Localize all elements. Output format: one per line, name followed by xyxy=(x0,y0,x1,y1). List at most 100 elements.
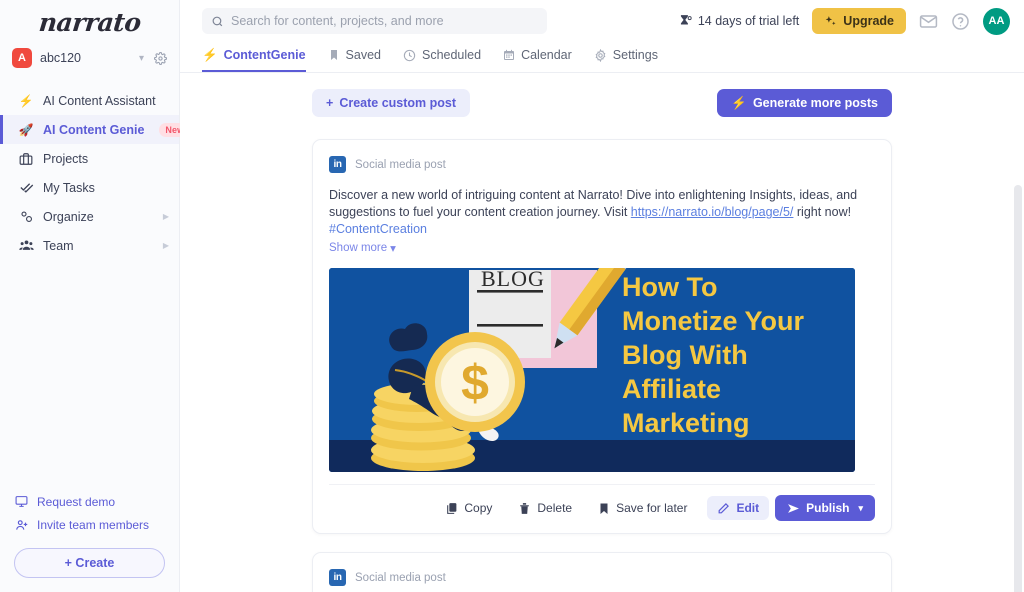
workspace-switcher[interactable]: A abc120 ▾ xyxy=(0,38,179,80)
post-hashtag[interactable]: #ContentCreation xyxy=(329,222,427,236)
question-circle-icon[interactable] xyxy=(951,12,970,31)
delete-label: Delete xyxy=(537,501,573,515)
svg-text:Blog With: Blog With xyxy=(622,340,748,370)
bookmark-icon xyxy=(598,502,610,515)
svg-text:Marketing: Marketing xyxy=(622,408,750,438)
chevron-right-icon[interactable]: ▶ xyxy=(163,212,169,221)
sidebar-item-team[interactable]: Team ▶ xyxy=(0,231,179,260)
brand-logo[interactable]: narrato xyxy=(0,0,179,38)
post-kind-label: Social media post xyxy=(355,571,446,584)
linkedin-icon: in xyxy=(329,156,346,173)
plus-icon: + xyxy=(326,96,334,110)
avatar[interactable]: AA xyxy=(983,7,1010,35)
tab-scheduled[interactable]: Scheduled xyxy=(403,41,481,72)
lightning-icon: ⚡ xyxy=(731,95,747,110)
pencil-icon xyxy=(717,502,730,515)
hourglass-icon xyxy=(678,14,692,28)
post-header: in Social media post xyxy=(329,569,875,586)
svg-text:Monetize Your: Monetize Your xyxy=(622,306,805,336)
sidebar-item-ai-content-genie[interactable]: 🚀 AI Content Genie New! xyxy=(0,115,194,144)
search-input[interactable] xyxy=(231,14,538,28)
svg-text:How To: How To xyxy=(622,272,717,302)
post-body-link[interactable]: https://narrato.io/blog/page/5/ xyxy=(631,205,794,219)
publish-label: Publish xyxy=(806,501,850,515)
save-for-later-button[interactable]: Save for later xyxy=(588,496,697,520)
tab-label: ContentGenie xyxy=(223,48,306,62)
workspace-name: abc120 xyxy=(40,51,82,65)
tab-saved[interactable]: Saved xyxy=(328,41,381,72)
create-button[interactable]: + Create xyxy=(14,548,165,578)
sidebar-item-organize[interactable]: Organize ▶ xyxy=(0,202,179,231)
envelope-icon[interactable] xyxy=(919,12,938,31)
post-kind-label: Social media post xyxy=(355,158,446,171)
chevron-down-icon[interactable]: ▾ xyxy=(858,503,863,514)
sidebar-item-label: Organize xyxy=(43,209,94,224)
post-card: in Social media post Discover a new worl… xyxy=(312,139,892,534)
sidebar-item-my-tasks[interactable]: My Tasks xyxy=(0,173,179,202)
create-custom-post-label: Create custom post xyxy=(339,96,457,110)
post-header: in Social media post xyxy=(329,156,875,173)
post-actions: Copy Delete Save for later Edit Publish … xyxy=(329,484,875,521)
vertical-scrollbar[interactable] xyxy=(1014,185,1022,592)
show-more-toggle[interactable]: Show more ▾ xyxy=(329,241,396,255)
main-area: 14 days of trial left Upgrade xyxy=(180,0,1024,592)
edit-button[interactable]: Edit xyxy=(707,496,770,520)
sidebar-item-ai-content-assistant[interactable]: ⚡ AI Content Assistant xyxy=(0,86,179,115)
feed-toolbar: + Create custom post ⚡ Generate more pos… xyxy=(312,89,892,117)
post-image[interactable]: BLOG $ How To Monetize Your Blog With Af… xyxy=(329,268,855,472)
app-root: narrato A abc120 ▾ ⚡ AI Content Assistan… xyxy=(0,0,1024,592)
rocket-icon: 🚀 xyxy=(18,122,34,137)
sidebar-item-label: Projects xyxy=(43,151,89,166)
tab-contentgenie[interactable]: ⚡ ContentGenie xyxy=(202,41,306,72)
gear-icon[interactable] xyxy=(154,51,167,65)
trash-icon xyxy=(518,502,531,515)
copy-icon xyxy=(445,502,458,515)
lightning-icon: ⚡ xyxy=(202,47,218,62)
calendar-icon xyxy=(503,49,515,61)
publish-button[interactable]: Publish ▾ xyxy=(775,495,875,521)
lightning-icon: ⚡ xyxy=(18,93,34,108)
gears-icon xyxy=(18,209,34,224)
monitor-icon xyxy=(14,495,29,508)
sidebar-item-label: Team xyxy=(43,238,74,253)
post-card: in Social media post Looking to boost yo… xyxy=(312,552,892,592)
tab-settings[interactable]: Settings xyxy=(594,41,658,72)
brand-name: narrato xyxy=(37,7,142,37)
sidebar-item-label: AI Content Genie xyxy=(43,122,145,137)
request-demo-label: Request demo xyxy=(37,494,116,509)
search-icon xyxy=(211,15,224,28)
copy-button[interactable]: Copy xyxy=(435,496,502,520)
tab-label: Scheduled xyxy=(421,48,482,62)
user-plus-icon xyxy=(14,518,29,532)
people-icon xyxy=(18,238,34,253)
svg-text:BLOG: BLOG xyxy=(481,268,545,291)
linkedin-icon: in xyxy=(329,569,346,586)
create-custom-post-button[interactable]: + Create custom post xyxy=(312,89,471,117)
tab-bar: ⚡ ContentGenie Saved Scheduled Calendar … xyxy=(180,42,1024,73)
chevron-right-icon[interactable]: ▶ xyxy=(163,241,169,250)
upgrade-label: Upgrade xyxy=(843,14,894,28)
sidebar-item-projects[interactable]: Projects xyxy=(0,144,179,173)
invite-team-members-label: Invite team members xyxy=(37,517,150,532)
sidebar-item-label: AI Content Assistant xyxy=(43,93,156,108)
gear-icon xyxy=(594,48,607,62)
trial-text: 14 days of trial left xyxy=(697,14,800,28)
post-image-graphic: BLOG $ How To Monetize Your Blog With Af… xyxy=(329,268,855,472)
briefcase-icon xyxy=(18,152,34,166)
chevron-down-icon[interactable]: ▾ xyxy=(139,53,144,64)
sidebar-nav: ⚡ AI Content Assistant 🚀 AI Content Geni… xyxy=(0,86,194,260)
sidebar-item-label: My Tasks xyxy=(43,180,95,195)
tab-calendar[interactable]: Calendar xyxy=(503,41,572,72)
search-box[interactable] xyxy=(202,8,547,34)
upgrade-button[interactable]: Upgrade xyxy=(812,8,906,34)
copy-label: Copy xyxy=(464,501,493,515)
delete-button[interactable]: Delete xyxy=(508,496,582,520)
generate-more-posts-button[interactable]: ⚡ Generate more posts xyxy=(717,89,892,117)
svg-text:$: $ xyxy=(461,355,489,411)
workspace-avatar: A xyxy=(12,48,32,68)
trial-status: 14 days of trial left xyxy=(678,14,799,28)
request-demo-link[interactable]: Request demo xyxy=(14,490,165,513)
generate-more-posts-label: Generate more posts xyxy=(752,96,878,110)
invite-team-members-link[interactable]: Invite team members xyxy=(14,513,165,536)
content-feed: + Create custom post ⚡ Generate more pos… xyxy=(180,73,1024,592)
